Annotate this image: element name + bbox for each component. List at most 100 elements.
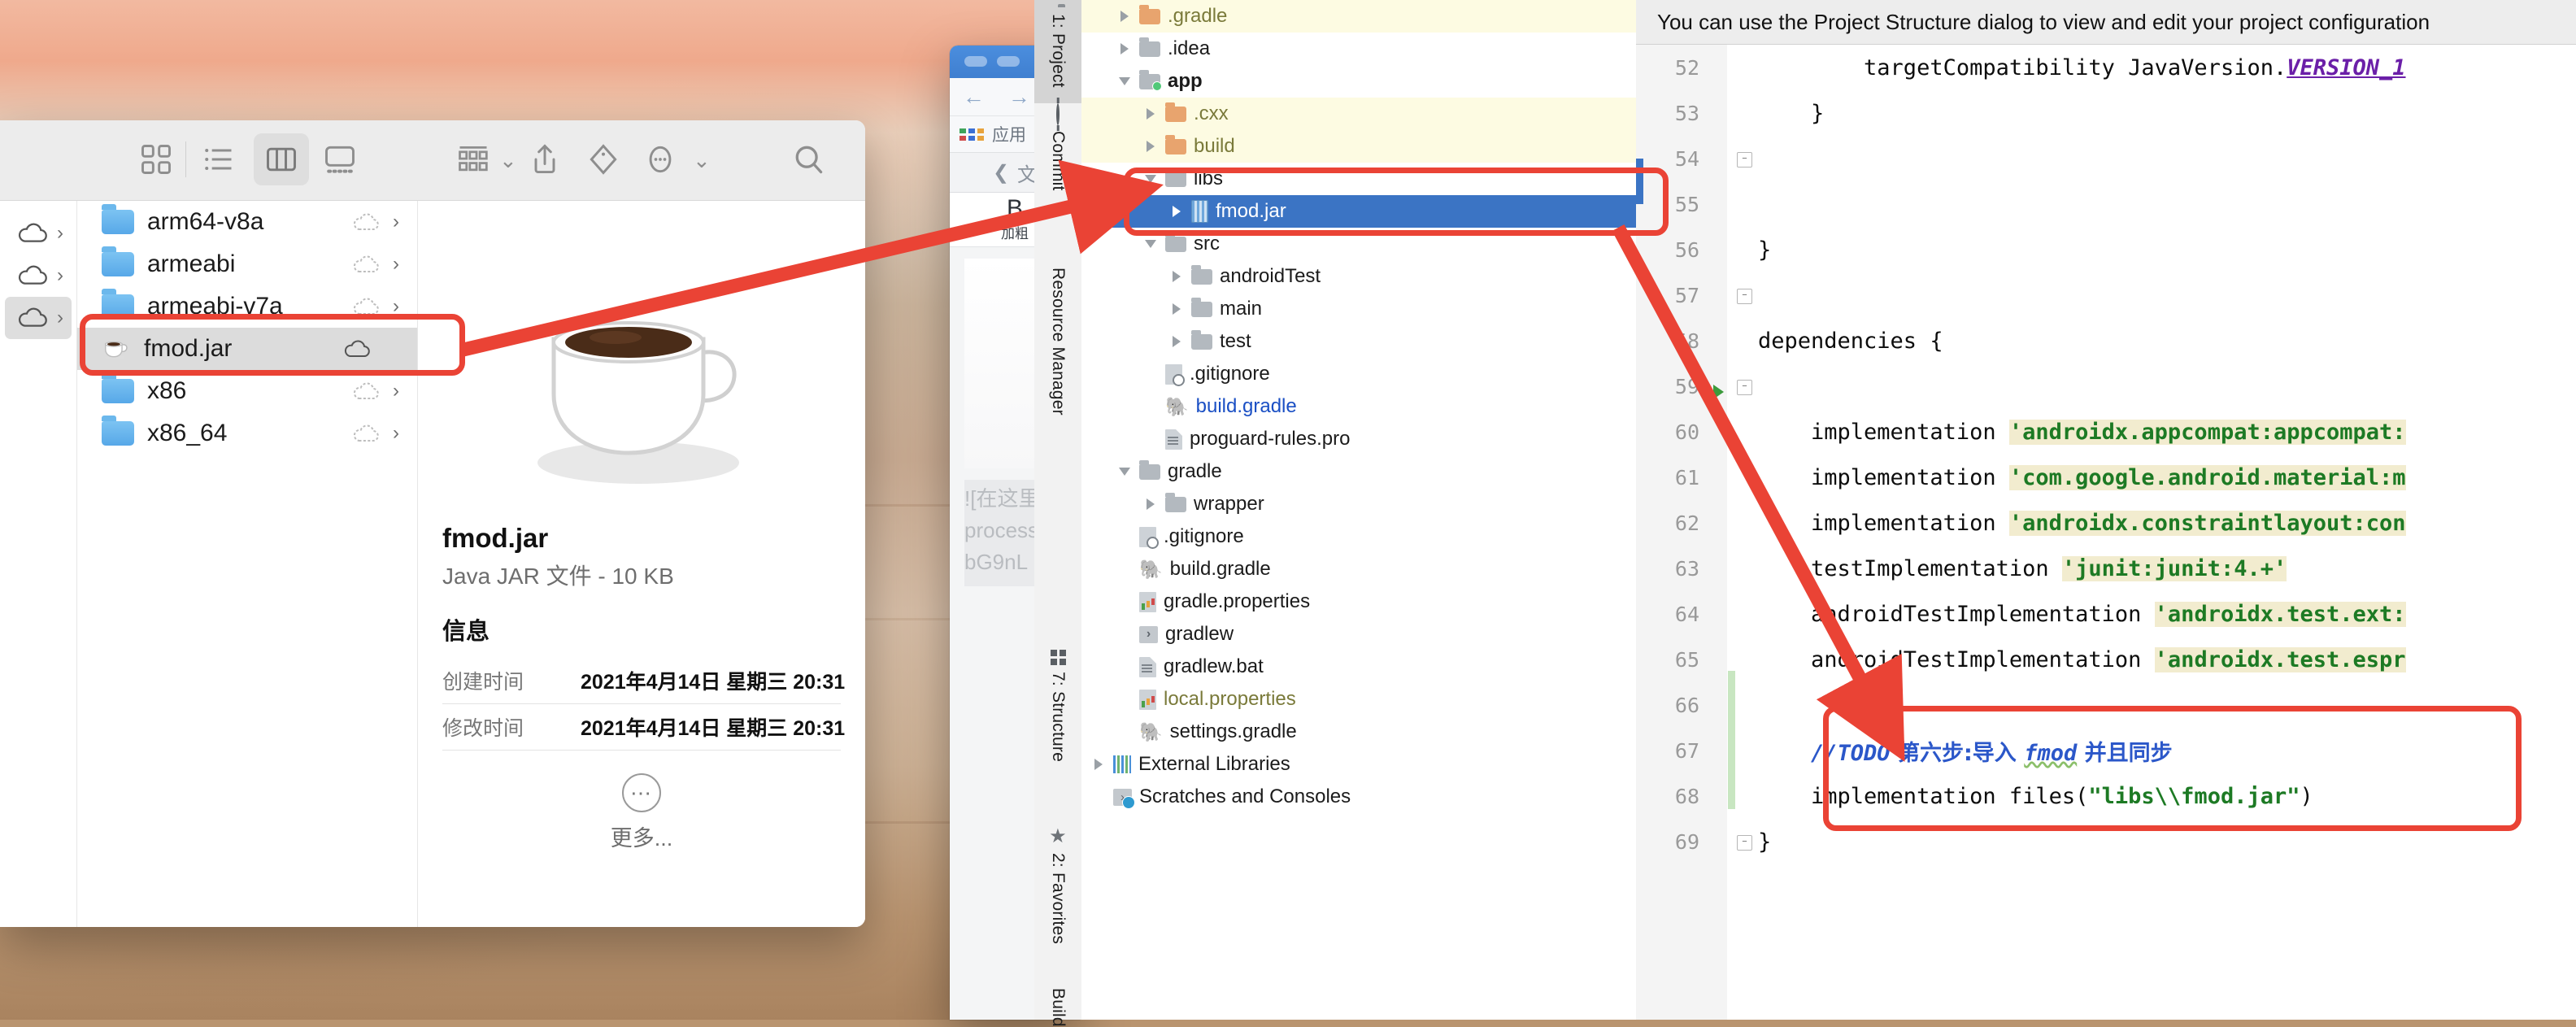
tree-node-external-libraries[interactable]: External Libraries bbox=[1081, 748, 1636, 781]
code-line[interactable]: 68 implementation files("libs\\fmod.jar"… bbox=[1636, 773, 2576, 819]
tree-node-test[interactable]: test bbox=[1081, 325, 1636, 358]
tree-node-proguard-rules-pro[interactable]: proguard-rules.pro bbox=[1081, 423, 1636, 455]
finder-sidebar[interactable]: › › › bbox=[0, 201, 77, 927]
sidebar-item-structure[interactable]: 7: Structure bbox=[1034, 642, 1081, 825]
forward-arrow-icon[interactable]: → bbox=[1008, 85, 1030, 110]
code-line[interactable]: 57 bbox=[1636, 272, 2576, 318]
tree-node-gradlew-bat[interactable]: gradlew.bat bbox=[1081, 651, 1636, 683]
cloud-dashed-icon[interactable] bbox=[352, 298, 380, 316]
tree-node-build-gradle[interactable]: 🐘build.gradle bbox=[1081, 390, 1636, 423]
chevron-right-icon[interactable] bbox=[1169, 206, 1184, 217]
code-line[interactable]: 55 bbox=[1636, 181, 2576, 227]
finder-sidebar-row[interactable]: › bbox=[5, 297, 72, 339]
tree-node-build[interactable]: build bbox=[1081, 130, 1636, 163]
tree-node--cxx[interactable]: .cxx bbox=[1081, 98, 1636, 130]
code-line[interactable]: 66 bbox=[1636, 682, 2576, 728]
code-line[interactable]: 54 bbox=[1636, 136, 2576, 181]
chevron-right-icon[interactable]: › bbox=[393, 424, 399, 443]
cloud-dashed-icon[interactable] bbox=[352, 255, 380, 274]
fold-marker[interactable]: – bbox=[1737, 835, 1752, 851]
finder-file-row[interactable]: x86_64› bbox=[77, 412, 417, 455]
chevron-down-icon[interactable] bbox=[1143, 175, 1158, 183]
code-line[interactable]: 67 //TODO 第六步:导入 fmod 并且同步 bbox=[1636, 728, 2576, 773]
finder-file-row[interactable]: armeabi› bbox=[77, 243, 417, 285]
group-by-icon[interactable] bbox=[455, 141, 491, 181]
column-view-icon[interactable] bbox=[263, 141, 299, 181]
sidebar-item-resource-manager[interactable]: Resource Manager bbox=[1034, 254, 1081, 521]
chevron-down-icon[interactable] bbox=[1117, 468, 1132, 476]
tree-node-settings-gradle[interactable]: 🐘settings.gradle bbox=[1081, 716, 1636, 748]
finder-sidebar-row[interactable]: › bbox=[5, 212, 72, 255]
chevron-down-icon[interactable]: ⌄ bbox=[499, 148, 517, 173]
tree-node-fmod-jar[interactable]: fmod.jar bbox=[1081, 195, 1636, 228]
cloud-dashed-icon[interactable] bbox=[352, 382, 380, 401]
code-line[interactable]: 64 androidTestImplementation 'androidx.t… bbox=[1636, 591, 2576, 637]
tree-node-build-gradle[interactable]: 🐘build.gradle bbox=[1081, 553, 1636, 585]
tree-node-gradlew[interactable]: ›gradlew bbox=[1081, 618, 1636, 651]
code-line[interactable]: 62 implementation 'androidx.constraintla… bbox=[1636, 500, 2576, 546]
chevron-right-icon[interactable]: › bbox=[57, 224, 63, 243]
code-line[interactable]: 65 androidTestImplementation 'androidx.t… bbox=[1636, 637, 2576, 682]
code-line[interactable]: 53 } bbox=[1636, 90, 2576, 136]
finder-file-row[interactable]: arm64-v8a› bbox=[77, 201, 417, 243]
finder-sidebar-row[interactable]: › bbox=[5, 255, 72, 297]
md-window-control-1[interactable] bbox=[964, 56, 987, 67]
finder-file-row[interactable]: x86› bbox=[77, 370, 417, 412]
chevron-right-icon[interactable] bbox=[1169, 303, 1184, 315]
chevron-right-icon[interactable]: › bbox=[393, 212, 399, 232]
cloud-solid-icon[interactable] bbox=[343, 340, 371, 359]
chevron-right-icon[interactable] bbox=[1169, 271, 1184, 282]
tree-node-libs[interactable]: libs bbox=[1081, 163, 1636, 195]
tree-node-androidtest[interactable]: androidTest bbox=[1081, 260, 1636, 293]
tree-node-main[interactable]: main bbox=[1081, 293, 1636, 325]
back-arrow-icon[interactable]: ← bbox=[963, 85, 985, 110]
preview-more-button[interactable]: ⋯ 更多... bbox=[442, 773, 841, 852]
finder-window[interactable]: ⌄ ⌄ ››› arm64-v8a›armeabi›armeabi-v7a›fm bbox=[0, 120, 865, 927]
share-icon[interactable] bbox=[527, 141, 563, 181]
project-tree[interactable]: .gradle.ideaapp.cxxbuildlibsfmod.jarsrca… bbox=[1081, 0, 1637, 1020]
sidebar-item-favorites[interactable]: ★ 2: Favorites bbox=[1034, 820, 1081, 986]
code-editor[interactable]: You can use the Project Structure dialog… bbox=[1636, 0, 2576, 1020]
chevron-right-icon[interactable]: › bbox=[393, 381, 399, 401]
chevron-right-icon[interactable]: › bbox=[57, 266, 63, 285]
chevron-right-icon[interactable]: › bbox=[393, 297, 399, 316]
code-line[interactable]: 60 implementation 'androidx.appcompat:ap… bbox=[1636, 409, 2576, 455]
tree-node--idea[interactable]: .idea bbox=[1081, 33, 1636, 65]
code-line[interactable]: 52 targetCompatibility JavaVersion.VERSI… bbox=[1636, 45, 2576, 90]
chevron-right-icon[interactable] bbox=[1143, 141, 1158, 152]
chevron-down-icon[interactable]: ⌄ bbox=[693, 148, 711, 173]
tree-node--gradle[interactable]: .gradle bbox=[1081, 0, 1636, 33]
more-actions-icon[interactable] bbox=[642, 141, 678, 181]
code-line[interactable]: 59 bbox=[1636, 363, 2576, 409]
code-line[interactable]: 56} bbox=[1636, 227, 2576, 272]
tag-icon[interactable] bbox=[585, 141, 621, 181]
chevron-right-icon[interactable]: › bbox=[57, 308, 63, 328]
list-view-icon[interactable] bbox=[200, 141, 236, 181]
fold-marker[interactable]: – bbox=[1737, 289, 1752, 304]
tree-node-wrapper[interactable]: wrapper bbox=[1081, 488, 1636, 520]
chevron-down-icon[interactable] bbox=[1143, 240, 1158, 248]
finder-file-row[interactable]: fmod.jar bbox=[77, 328, 417, 370]
fold-marker[interactable]: – bbox=[1737, 380, 1752, 395]
apps-grid-icon[interactable] bbox=[959, 128, 984, 141]
tree-node-local-properties[interactable]: local.properties bbox=[1081, 683, 1636, 716]
chevron-right-icon[interactable] bbox=[1169, 336, 1184, 347]
md-prev-chevron-icon[interactable]: ❮ bbox=[993, 161, 1009, 185]
code-line[interactable]: 63 testImplementation 'junit:junit:4.+' bbox=[1636, 546, 2576, 591]
finder-file-row[interactable]: armeabi-v7a› bbox=[77, 285, 417, 328]
android-studio-window[interactable]: 1: Project Commit Resource Manager 7: St… bbox=[1034, 0, 2576, 1020]
tree-node--gitignore[interactable]: .gitignore bbox=[1081, 358, 1636, 390]
code-line[interactable]: 69} bbox=[1636, 819, 2576, 864]
icon-view-icon[interactable] bbox=[138, 141, 174, 181]
run-gutter-icon[interactable] bbox=[1713, 385, 1724, 399]
fold-marker[interactable]: – bbox=[1737, 152, 1752, 168]
tree-node-scratches-and-consoles[interactable]: ›Scratches and Consoles bbox=[1081, 781, 1636, 813]
tree-node-src[interactable]: src bbox=[1081, 228, 1636, 260]
tree-node-gradle[interactable]: gradle bbox=[1081, 455, 1636, 488]
sidebar-item-build-variants[interactable]: Build Variants bbox=[1034, 981, 1081, 1027]
chevron-down-icon[interactable] bbox=[1117, 77, 1132, 85]
cloud-dashed-icon[interactable] bbox=[352, 424, 380, 443]
md-window-control-2[interactable] bbox=[997, 56, 1020, 67]
chevron-right-icon[interactable] bbox=[1091, 759, 1106, 770]
code-line[interactable]: 58dependencies { bbox=[1636, 318, 2576, 363]
